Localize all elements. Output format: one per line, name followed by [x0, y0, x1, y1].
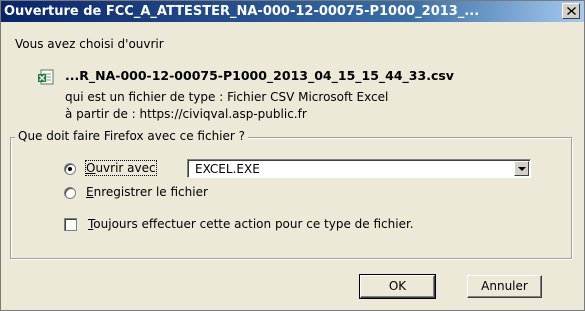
excel-csv-icon	[38, 69, 54, 85]
file-type-text: qui est un fichier de type : Fichier CSV…	[65, 90, 389, 104]
cancel-button[interactable]: Annuler	[467, 275, 542, 298]
window-title: Ouverture de FCC_A_ATTESTER_NA-000-12-00…	[4, 4, 480, 19]
intro-text: Vous avez choisi d'ouvrir	[15, 37, 164, 51]
always-do-label[interactable]: Toujours effectuer cette action pour ce …	[88, 217, 414, 231]
open-with-app-select[interactable]: EXCEL.EXE	[187, 159, 531, 178]
chevron-down-icon[interactable]	[514, 161, 529, 176]
ok-button[interactable]: OK	[359, 274, 436, 299]
always-do-checkbox[interactable]	[64, 218, 77, 231]
save-file-label[interactable]: Enregistrer le fichier	[86, 185, 208, 199]
file-source-text: à partir de : https://civiqval.asp-publi…	[65, 107, 307, 121]
close-icon	[566, 7, 576, 15]
file-name: ...R_NA-000-12-00075-P1000_2013_04_15_15…	[65, 68, 454, 83]
title-bar[interactable]: Ouverture de FCC_A_ATTESTER_NA-000-12-00…	[1, 1, 584, 22]
save-file-radio[interactable]	[64, 187, 76, 199]
open-with-app-value: EXCEL.EXE	[195, 162, 260, 176]
close-button[interactable]	[562, 3, 580, 19]
open-with-radio[interactable]	[64, 163, 76, 175]
file-open-dialog: Ouverture de FCC_A_ATTESTER_NA-000-12-00…	[0, 0, 585, 311]
action-group-legend: Que doit faire Firefox avec ce fichier ?	[15, 129, 249, 143]
open-with-label[interactable]: Ouvrir avec	[85, 160, 157, 176]
